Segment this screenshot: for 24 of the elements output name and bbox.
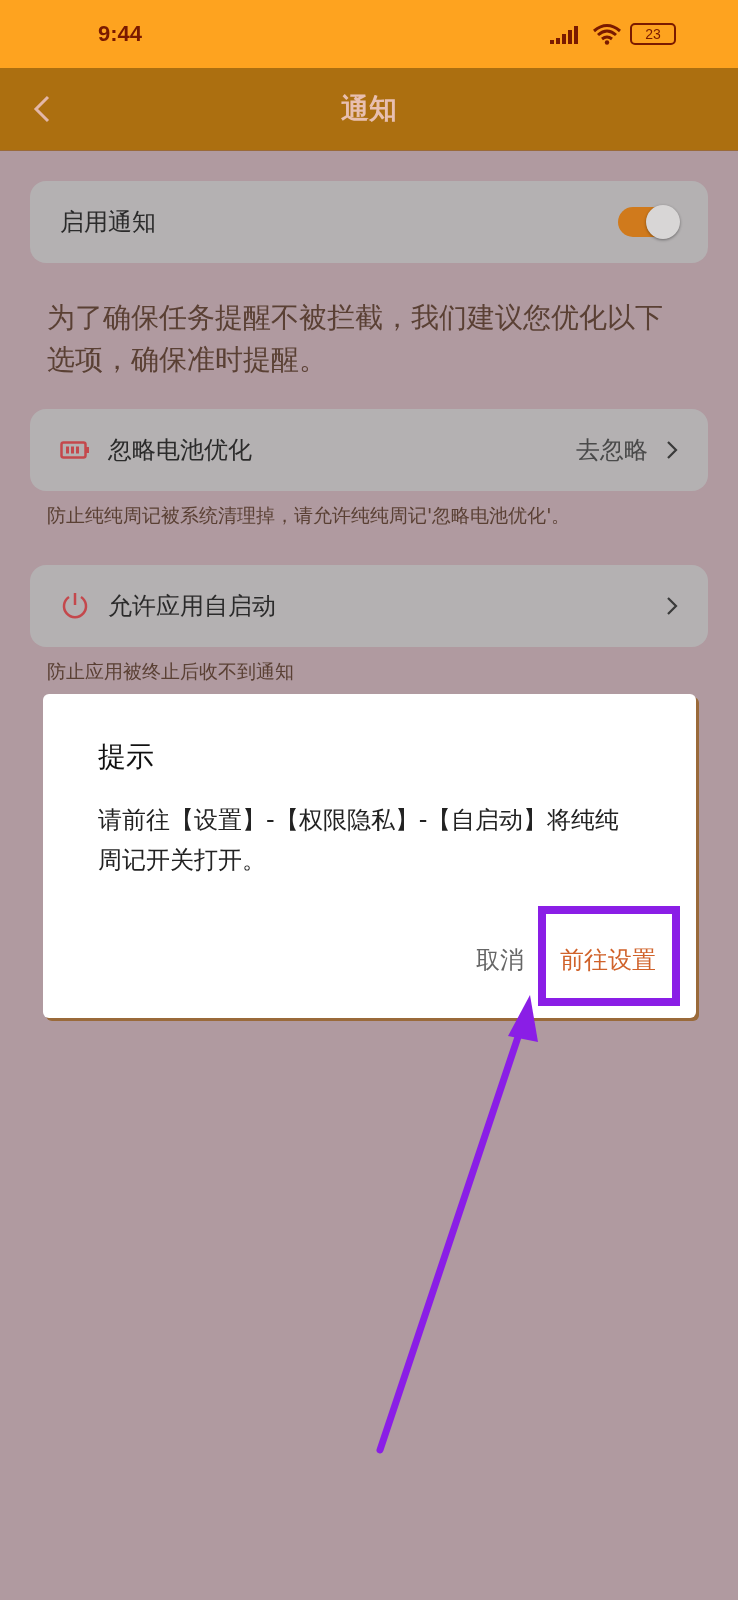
- power-icon: [60, 591, 90, 621]
- dialog-button[interactable]: 前往设置: [544, 924, 672, 996]
- wifi-icon: [592, 23, 622, 45]
- option-action: 去忽略: [576, 435, 648, 466]
- option-label: 允许应用自启动: [108, 591, 276, 622]
- option-caption: 防止纯纯周记被系统清理掉，请允许纯纯周记'忽略电池优化'。: [47, 503, 572, 528]
- toggle-switch[interactable]: [618, 207, 678, 237]
- back-icon[interactable]: [32, 94, 52, 124]
- page-title: 通知: [341, 91, 397, 127]
- intro-text: 为了确保任务提醒不被拦截，我们建议您优化以下选项，确保准时提醒。: [47, 300, 664, 378]
- enable-row[interactable]: 启用通知: [30, 181, 708, 263]
- battery-level: 23: [645, 26, 661, 42]
- option-label: 忽略电池优化: [108, 435, 252, 466]
- chevron-icon: [666, 440, 678, 460]
- row-label: 启用通知: [60, 207, 156, 238]
- dialog-message: 请前往【设置】-【权限隐私】-【自启动】将纯纯周记开关打开。: [98, 805, 621, 876]
- battery-icon: [60, 441, 90, 459]
- option-row[interactable]: 允许应用自启动: [30, 565, 708, 647]
- option-caption: 防止应用被终止后收不到通知: [47, 659, 295, 684]
- option-row[interactable]: 忽略电池优化 去忽略: [30, 409, 708, 491]
- chevron-icon: [666, 596, 678, 616]
- dialog-title: 提示: [98, 739, 155, 775]
- status-time: 9:44: [98, 21, 143, 47]
- dialog-button[interactable]: 取消: [460, 924, 540, 996]
